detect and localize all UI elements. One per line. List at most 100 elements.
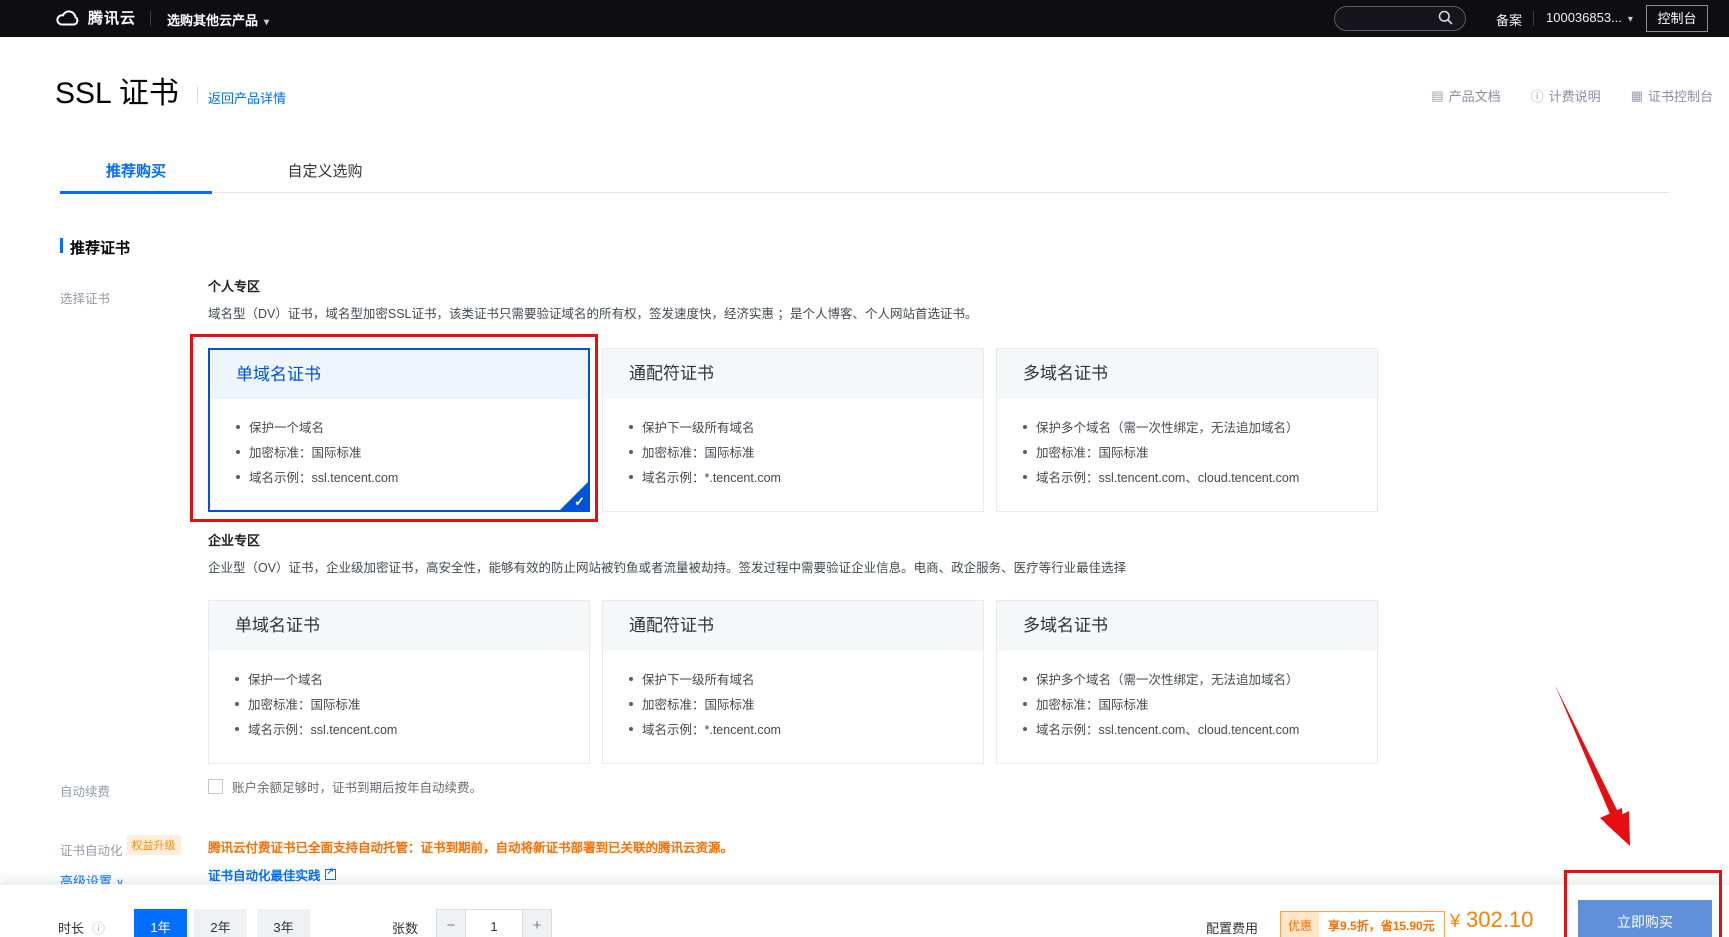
bullet-text: 域名示例：ssl.tencent.com [248,719,397,738]
cert-card[interactable]: 通配符证书保护下一级所有域名加密标准：国际标准域名示例：*.tencent.co… [602,348,984,512]
info-icon: ⓘ [1531,86,1544,105]
bullet-text: 域名示例：ssl.tencent.com、cloud.tencent.com [1036,719,1299,738]
purchase-bar: 时长 ⓘ 1年2年3年 张数 − 1 + 配置费用 优惠 享9.5折，省15.9… [0,884,1729,937]
buy-now-button[interactable]: 立即购买 [1578,900,1712,937]
cert-card[interactable]: 单域名证书保护一个域名加密标准：国际标准域名示例：ssl.tencent.com [208,600,590,764]
bullet-dot [629,677,633,681]
zone-cards: 单域名证书保护一个域名加密标准：国际标准域名示例：ssl.tencent.com… [208,600,1378,764]
card-bullet: 域名示例：ssl.tencent.com、cloud.tencent.com [1023,716,1357,741]
zone-name-enterprise: 企业专区 [208,530,260,549]
bullet-text: 加密标准：国际标准 [642,442,755,461]
beian-link[interactable]: 备案 [1496,10,1522,29]
bullet-text: 加密标准：国际标准 [642,694,755,713]
quantity-label: 张数 [392,918,418,937]
automation-text: 腾讯云付费证书已全面支持自动托管：证书到期前，自动将新证书部署到已关联的腾讯云资… [208,837,733,856]
bullet-text: 保护下一级所有域名 [642,669,755,688]
price-value: 302.10 [1466,907,1533,932]
bullet-text: 加密标准：国际标准 [248,694,361,713]
bullet-text: 域名示例：ssl.tencent.com [249,467,398,486]
tab-custom[interactable]: 自定义选购 [270,160,380,193]
automation-best-practice-link[interactable]: 证书自动化最佳实践 [208,865,336,884]
card-bullet: 保护下一级所有域名 [629,666,963,691]
duration-3年[interactable]: 3年 [257,909,310,937]
card-bullet: 保护多个域名（需一次性绑定，无法追加域名） [1023,414,1357,439]
header-link-label: 计费说明 [1549,86,1601,105]
card-title: 通配符证书 [603,349,983,399]
card-bullet: 域名示例：ssl.tencent.com [235,716,569,741]
quantity-value[interactable]: 1 [466,909,522,937]
automation-label: 证书自动化 [60,844,123,858]
header-link-billing-info[interactable]: ⓘ 计费说明 [1531,86,1601,105]
grid-icon: ▦ [1631,88,1643,104]
card-title: 单域名证书 [209,601,589,651]
header-link-cert-console[interactable]: ▦ 证书控制台 [1631,86,1713,105]
bullet-dot [235,702,239,706]
bullet-dot [1023,475,1027,479]
bullet-dot [235,727,239,731]
info-icon[interactable]: ⓘ [92,918,105,937]
check-icon: ✓ [574,494,585,510]
chevron-down-icon: ▾ [264,17,269,28]
bullet-dot [1023,425,1027,429]
page-title: SSL 证书 [55,68,179,112]
bullet-text: 保护一个域名 [249,417,324,436]
bullet-text: 保护多个域名（需一次性绑定，无法追加域名） [1036,669,1299,688]
zone-desc-personal: 域名型（DV）证书，域名型加密SSL证书，该类证书只需要验证域名的所有权，签发速… [208,303,977,322]
back-to-product-link[interactable]: 返回产品详情 [208,88,286,107]
duration-2年[interactable]: 2年 [194,909,247,937]
header-link-product-docs[interactable]: ▤产品文档 [1431,86,1500,105]
header-link-label: 证书控制台 [1648,86,1713,105]
bullet-text: 加密标准：国际标准 [1036,442,1149,461]
cert-card[interactable]: 单域名证书保护一个域名加密标准：国际标准域名示例：ssl.tencent.com… [208,348,590,512]
currency-symbol: ¥ [1450,911,1460,931]
card-title: 多域名证书 [997,601,1377,651]
discount-text: 享9.5折，省15.90元 [1319,912,1444,937]
console-button[interactable]: 控制台 [1646,5,1708,32]
card-bullet: 域名示例：*.tencent.com [629,716,963,741]
row-label-automation: 证书自动化权益升级 [60,840,181,861]
nav-other-products-label: 选购其他云产品 [167,13,258,28]
tab-recommended[interactable]: 推荐购买 [60,160,212,193]
duration-1年[interactable]: 1年 [134,909,187,937]
account-menu[interactable]: 100036853...▾ [1546,10,1633,25]
card-bullet: 保护一个域名 [236,414,568,439]
bullet-text: 保护多个域名（需一次性绑定，无法追加域名） [1036,417,1299,436]
card-bullet: 加密标准：国际标准 [235,691,569,716]
bullet-dot [629,727,633,731]
card-bullet: 域名示例：ssl.tencent.com、cloud.tencent.com [1023,464,1357,489]
price: ¥302.10 [1450,907,1533,933]
card-bullets: 保护下一级所有域名加密标准：国际标准域名示例：*.tencent.com [603,651,983,741]
bullet-text: 保护下一级所有域名 [642,417,755,436]
cert-card[interactable]: 多域名证书保护多个域名（需一次性绑定，无法追加域名）加密标准：国际标准域名示例：… [996,348,1378,512]
search-icon[interactable] [1438,10,1453,25]
bullet-text: 加密标准：国际标准 [249,442,362,461]
card-bullets: 保护多个域名（需一次性绑定，无法追加域名） 加密标准：国际标准域名示例：ssl.t… [997,399,1377,489]
card-bullets: 保护下一级所有域名加密标准：国际标准域名示例：*.tencent.com [603,399,983,489]
nav-other-products[interactable]: 选购其他云产品 ▾ [167,10,269,29]
card-bullets: 保护一个域名加密标准：国际标准域名示例：ssl.tencent.com [209,651,589,741]
card-bullet: 域名示例：*.tencent.com [629,464,963,489]
bullet-dot [629,450,633,454]
auto-renew-row: 账户余额足够时，证书到期后按年自动续费。 [208,777,482,796]
card-title: 单域名证书 [210,350,588,399]
cloud-logo-icon [55,9,81,27]
bullet-dot [236,425,240,429]
bullet-dot [629,702,633,706]
zone-name-personal: 个人专区 [208,276,260,295]
cert-card[interactable]: 多域名证书保护多个域名（需一次性绑定，无法追加域名） 加密标准：国际标准域名示例：… [996,600,1378,764]
auto-renew-checkbox[interactable] [208,779,223,794]
account-id: 100036853... [1546,10,1622,25]
quantity-decrease-button[interactable]: − [436,909,466,937]
bullet-dot [236,475,240,479]
card-bullet: 加密标准：国际标准 [1023,691,1357,716]
card-bullets: 保护一个域名加密标准：国际标准域名示例：ssl.tencent.com [210,399,588,489]
quantity-increase-button[interactable]: + [522,909,552,937]
divider [150,11,151,26]
bullet-dot [236,450,240,454]
card-bullet: 加密标准：国际标准 [1023,439,1357,464]
bullet-dot [629,475,633,479]
tabs: 推荐购买 自定义选购 [60,160,1669,193]
cert-card[interactable]: 通配符证书保护下一级所有域名加密标准：国际标准域名示例：*.tencent.co… [602,600,984,764]
header-link-label: 产品文档 [1449,86,1501,105]
tencent-cloud-logo[interactable]: 腾讯云 [55,7,136,28]
